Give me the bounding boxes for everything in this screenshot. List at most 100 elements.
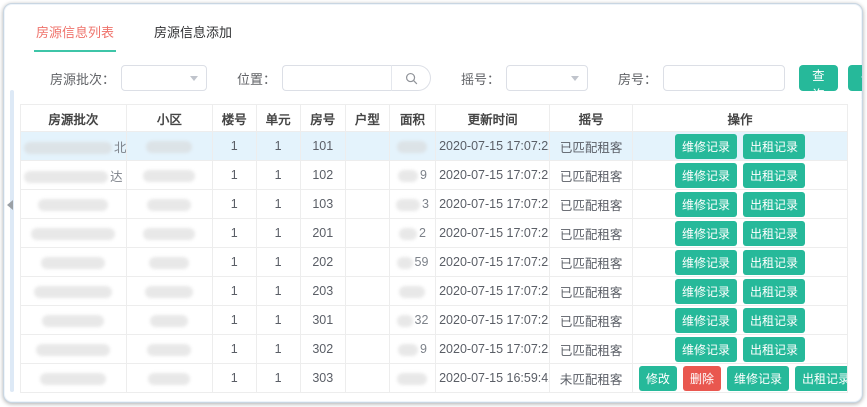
rent-button[interactable]: 出租记录 — [743, 163, 805, 188]
delete-button[interactable]: 删除 — [683, 366, 721, 391]
repair-button[interactable]: 维修记录 — [675, 279, 737, 304]
location-input-group — [282, 65, 431, 91]
batch-select[interactable] — [121, 65, 207, 91]
cell-lottery-status: 已匹配租客 — [550, 306, 633, 335]
cell-actions: 维修记录出租记录 — [632, 161, 847, 190]
cell-batch — [21, 335, 127, 364]
redacted-text — [42, 315, 104, 327]
cell-updated-time: 2020-07-15 17:07:22 — [436, 306, 550, 335]
cell-layout — [345, 248, 389, 277]
sidebar-collapse-icon[interactable] — [7, 200, 13, 210]
rent-button[interactable]: 出租记录 — [743, 134, 805, 159]
cell-layout — [345, 277, 389, 306]
cell-updated-time: 2020-07-15 17:07:22 — [436, 132, 550, 161]
cell-layout — [345, 219, 389, 248]
location-input[interactable] — [282, 65, 391, 91]
repair-button[interactable]: 维修记录 — [675, 337, 737, 362]
redacted-text-fragment: 3 — [422, 197, 429, 211]
table-row[interactable]: 达1110292020-07-15 17:07:22已匹配租客维修记录出租记录 — [21, 161, 848, 190]
cell-layout — [345, 161, 389, 190]
rent-button[interactable]: 出租记录 — [743, 279, 805, 304]
cell-batch — [21, 219, 127, 248]
column-header: 操作 — [632, 105, 847, 132]
house-table: 房源批次小区楼号单元房号户型面积更新时间摇号操作 北111012020-07-1… — [20, 104, 848, 393]
repair-button[interactable]: 维修记录 — [727, 366, 789, 391]
cell-unit: 1 — [256, 161, 300, 190]
table-header-row: 房源批次小区楼号单元房号户型面积更新时间摇号操作 — [21, 105, 848, 132]
rent-button[interactable]: 出租记录 — [743, 308, 805, 333]
table-row[interactable]: 112032020-07-15 17:07:22已匹配租客维修记录出租记录 — [21, 277, 848, 306]
location-filter-label: 位置： — [237, 69, 276, 88]
cell-unit: 1 — [256, 248, 300, 277]
batch-filter-group: 房源批次： — [50, 65, 207, 91]
cell-layout — [345, 306, 389, 335]
room-filter-label: 房号： — [618, 69, 657, 88]
repair-button[interactable]: 维修记录 — [675, 221, 737, 246]
cell-building: 1 — [212, 335, 256, 364]
table-row[interactable]: 113032020-07-15 16:59:42未匹配租客修改删除维修记录出租记… — [21, 364, 848, 393]
repair-button[interactable]: 维修记录 — [675, 134, 737, 159]
cell-room: 201 — [300, 219, 345, 248]
edit-button[interactable]: 修改 — [639, 366, 677, 391]
cell-community — [126, 248, 212, 277]
cell-area: 3 — [389, 190, 435, 219]
redacted-text-fragment: 2 — [419, 226, 426, 240]
table-row[interactable]: 11301322020-07-15 17:07:22已匹配租客维修记录出租记录 — [21, 306, 848, 335]
cell-layout — [345, 335, 389, 364]
column-header: 户型 — [345, 105, 389, 132]
redacted-text — [38, 199, 108, 211]
table-row[interactable]: 1130292020-07-15 17:07:22已匹配租客维修记录出租记录 — [21, 335, 848, 364]
redacted-text-fragment: 59 — [415, 255, 429, 269]
cell-unit: 1 — [256, 306, 300, 335]
cell-batch: 达 — [21, 161, 127, 190]
cell-actions: 维修记录出租记录 — [632, 306, 847, 335]
search-button[interactable]: 查询 — [799, 65, 838, 91]
rent-button[interactable]: 出租记录 — [743, 337, 805, 362]
redacted-text — [147, 199, 191, 211]
redacted-text — [399, 228, 417, 240]
cell-building: 1 — [212, 277, 256, 306]
cell-updated-time: 2020-07-15 17:07:22 — [436, 190, 550, 219]
rent-button[interactable]: 出租记录 — [743, 192, 805, 217]
cell-community — [126, 190, 212, 219]
table-row[interactable]: 11202592020-07-15 17:07:22已匹配租客维修记录出租记录 — [21, 248, 848, 277]
tab-house-list[interactable]: 房源信息列表 — [34, 18, 116, 52]
cell-area: 2 — [389, 219, 435, 248]
cell-batch — [21, 190, 127, 219]
cell-building: 1 — [212, 306, 256, 335]
cell-unit: 1 — [256, 335, 300, 364]
cell-updated-time: 2020-07-15 17:07:22 — [436, 248, 550, 277]
repair-button[interactable]: 维修记录 — [675, 163, 737, 188]
cell-building: 1 — [212, 190, 256, 219]
chevron-down-icon — [190, 76, 198, 81]
redacted-text — [31, 228, 115, 240]
redacted-text — [397, 315, 413, 327]
tab-bar: 房源信息列表 房源信息添加 — [18, 12, 852, 52]
cell-layout — [345, 364, 389, 393]
redacted-text — [397, 373, 427, 385]
cell-community — [126, 306, 212, 335]
lottery-select[interactable] — [506, 65, 588, 91]
cell-building: 1 — [212, 132, 256, 161]
cell-unit: 1 — [256, 190, 300, 219]
import-button[interactable]: 导入 — [848, 65, 863, 91]
rent-button[interactable]: 出租记录 — [795, 366, 848, 391]
room-input[interactable] — [663, 65, 785, 91]
repair-button[interactable]: 维修记录 — [675, 250, 737, 275]
table-row[interactable]: 北111012020-07-15 17:07:22已匹配租客维修记录出租记录 — [21, 132, 848, 161]
column-header: 摇号 — [550, 105, 633, 132]
rent-button[interactable]: 出租记录 — [743, 221, 805, 246]
repair-button[interactable]: 维修记录 — [675, 192, 737, 217]
cell-batch: 北 — [21, 132, 127, 161]
location-search-button[interactable] — [391, 65, 431, 91]
cell-lottery-status: 已匹配租客 — [550, 248, 633, 277]
table-row[interactable]: 1120122020-07-15 17:07:22已匹配租客维修记录出租记录 — [21, 219, 848, 248]
cell-actions: 维修记录出租记录 — [632, 219, 847, 248]
redacted-text — [150, 315, 188, 327]
column-header: 小区 — [126, 105, 212, 132]
rent-button[interactable]: 出租记录 — [743, 250, 805, 275]
table-row[interactable]: 1110332020-07-15 17:07:22已匹配租客维修记录出租记录 — [21, 190, 848, 219]
tab-house-add[interactable]: 房源信息添加 — [152, 18, 234, 52]
search-icon — [405, 72, 418, 85]
repair-button[interactable]: 维修记录 — [675, 308, 737, 333]
